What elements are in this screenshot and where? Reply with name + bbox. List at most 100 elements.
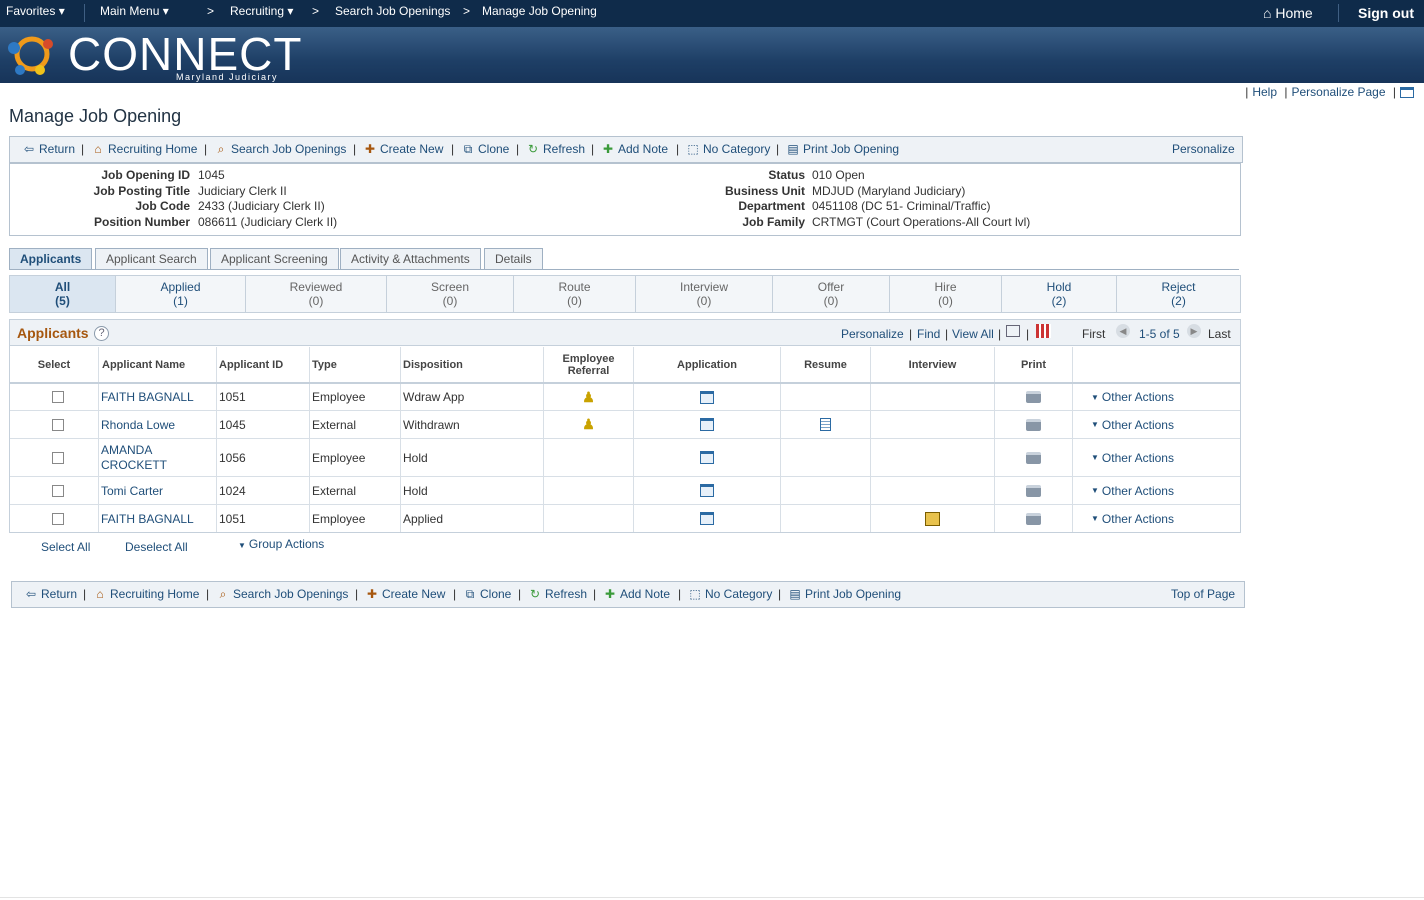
deselect-all-link[interactable]: Deselect All xyxy=(125,540,188,554)
printer-icon[interactable] xyxy=(1026,391,1041,403)
print-job-opening-button[interactable]: ▤ Print Job Opening xyxy=(788,587,901,601)
other-actions-menu[interactable]: ▼ Other Actions xyxy=(1073,505,1240,532)
select-all-link[interactable]: Select All xyxy=(41,540,90,554)
printer-icon[interactable] xyxy=(1026,512,1041,525)
application-icon[interactable] xyxy=(700,390,714,404)
row-select-checkbox[interactable] xyxy=(52,512,64,525)
other-actions-menu[interactable]: ▼ Other Actions xyxy=(1073,477,1240,504)
grid-title: Applicants xyxy=(17,325,89,341)
application-icon[interactable] xyxy=(700,484,714,497)
column-header-applicant-id[interactable]: Applicant ID xyxy=(217,347,310,382)
dropdown-arrow-icon: ▼ xyxy=(238,541,246,550)
interview-schedule-icon[interactable] xyxy=(925,511,940,526)
application-icon[interactable] xyxy=(700,512,714,525)
printer-icon[interactable] xyxy=(1026,418,1041,431)
other-actions-menu[interactable]: ▼ Other Actions xyxy=(1073,439,1240,476)
print-job-opening-button[interactable]: ▤ Print Job Opening xyxy=(786,142,899,156)
search-job-openings-button[interactable]: ⌕ Search Job Openings xyxy=(216,587,349,601)
group-actions-menu[interactable]: ▼ Group Actions xyxy=(238,537,324,551)
applicant-name-link[interactable]: FAITH BAGNALL xyxy=(99,384,217,410)
top-of-page-link[interactable]: Top of Page xyxy=(1171,587,1235,601)
row-select-checkbox[interactable] xyxy=(52,418,64,431)
refresh-icon: ↻ xyxy=(527,142,539,156)
filter-reject[interactable]: Reject (2) xyxy=(1117,276,1240,312)
recruiting-home-button[interactable]: ⌂ Recruiting Home xyxy=(93,587,199,601)
grid-personalize-link[interactable]: Personalize xyxy=(841,327,904,341)
home-link[interactable]: ⌂ Home xyxy=(1263,5,1313,21)
search-job-openings-button[interactable]: ⌕ Search Job Openings xyxy=(214,142,347,156)
applicant-id: 1051 xyxy=(217,505,310,532)
no-category-button[interactable]: ⬚ No Category xyxy=(688,587,772,601)
tab-activity-attachments[interactable]: Activity & Attachments xyxy=(340,248,481,269)
breadcrumb-search-job-openings[interactable]: Search Job Openings xyxy=(335,4,450,18)
applicant-type: Employee xyxy=(310,384,401,410)
column-header-interview: Interview xyxy=(871,347,995,382)
chevron-down-icon: ▾ xyxy=(162,4,169,18)
add-note-button[interactable]: ✚ Add Note xyxy=(603,587,670,601)
main-menu[interactable]: Main Menu ▾ xyxy=(100,4,169,18)
return-button[interactable]: ⇦ Return xyxy=(22,142,75,156)
printer-icon[interactable] xyxy=(1026,451,1041,464)
job-opening-info-panel: Job Opening ID 1045 Job Posting Title Ju… xyxy=(9,163,1241,236)
column-header-application: Application xyxy=(634,347,781,382)
application-icon[interactable] xyxy=(700,451,714,464)
next-page-icon[interactable]: ▶ xyxy=(1187,324,1201,338)
refresh-button[interactable]: ↻ Refresh xyxy=(526,142,585,156)
add-note-button[interactable]: ✚ Add Note xyxy=(601,142,668,156)
personalize-page-link[interactable]: Personalize Page xyxy=(1291,85,1385,99)
column-header-type[interactable]: Type xyxy=(310,347,401,382)
other-actions-menu[interactable]: ▼ Other Actions xyxy=(1073,411,1240,438)
grid-header: Applicants ? Personalize | Find | View A… xyxy=(10,320,1240,346)
breadcrumb-manage-job-opening[interactable]: Manage Job Opening xyxy=(482,4,597,18)
column-header-disposition[interactable]: Disposition xyxy=(401,347,544,382)
new-window-icon[interactable] xyxy=(1006,325,1020,337)
applicant-name-link[interactable]: AMANDA CROCKETT xyxy=(99,439,217,476)
column-header-applicant-name[interactable]: Applicant Name xyxy=(99,347,217,382)
employee-referral-icon[interactable]: ♟ xyxy=(582,416,595,433)
printer-icon[interactable] xyxy=(1026,484,1041,497)
create-new-button[interactable]: ✚ Create New xyxy=(363,142,443,156)
refresh-button[interactable]: ↻ Refresh xyxy=(528,587,587,601)
grid-find-link[interactable]: Find xyxy=(917,327,940,341)
no-category-button[interactable]: ⬚ No Category xyxy=(686,142,770,156)
clone-button[interactable]: ⧉ Clone xyxy=(461,142,510,156)
filter-all[interactable]: All (5) xyxy=(10,276,116,312)
status-filter-strip: All (5) Applied (1) Reviewed (0) Screen (0) … xyxy=(9,275,1241,313)
favorites-menu[interactable]: Favorites ▾ xyxy=(6,4,65,18)
breadcrumb-recruiting[interactable]: Recruiting ▾ xyxy=(230,4,293,18)
help-icon[interactable]: ? xyxy=(94,326,109,341)
banner: CONNECT Maryland Judiciary xyxy=(0,27,1424,83)
resume-icon[interactable] xyxy=(820,418,831,431)
connect-logo-icon xyxy=(8,36,53,75)
help-link[interactable]: Help xyxy=(1252,85,1277,99)
filter-hold[interactable]: Hold (2) xyxy=(1002,276,1117,312)
sign-out-link[interactable]: Sign out xyxy=(1358,5,1414,21)
row-select-checkbox[interactable] xyxy=(52,484,64,497)
clone-button[interactable]: ⧉ Clone xyxy=(463,587,512,601)
tab-applicant-search[interactable]: Applicant Search xyxy=(95,248,208,269)
job-code-label: Job Code xyxy=(135,199,190,213)
download-grid-icon[interactable] xyxy=(1036,324,1051,338)
layout-icon[interactable] xyxy=(1400,87,1414,99)
grid-view-all-link[interactable]: View All xyxy=(952,327,994,341)
return-button[interactable]: ⇦ Return xyxy=(24,587,77,601)
tab-applicant-screening[interactable]: Applicant Screening xyxy=(210,248,339,269)
create-new-button[interactable]: ✚ Create New xyxy=(365,587,445,601)
personalize-link[interactable]: Personalize xyxy=(1172,142,1235,156)
row-select-checkbox[interactable] xyxy=(52,391,64,403)
employee-referral-icon[interactable]: ♟ xyxy=(582,389,595,406)
row-select-checkbox[interactable] xyxy=(52,451,64,464)
recruiting-home-button[interactable]: ⌂ Recruiting Home xyxy=(91,142,197,156)
applicant-name-link[interactable]: Rhonda Lowe xyxy=(99,411,217,438)
application-icon[interactable] xyxy=(700,418,714,431)
filter-screen: Screen (0) xyxy=(387,276,514,312)
filter-applied[interactable]: Applied (1) xyxy=(116,276,246,312)
tab-details[interactable]: Details xyxy=(484,248,543,269)
applicant-name-link[interactable]: FAITH BAGNALL xyxy=(99,505,217,532)
top-toolbar: ⇦ Return | ⌂ Recruiting Home | ⌕ Search Job… xyxy=(9,136,1243,163)
tab-applicants[interactable]: Applicants xyxy=(9,248,93,269)
other-actions-menu[interactable]: ▼ Other Actions xyxy=(1073,384,1240,410)
status-value: 010 Open xyxy=(812,168,865,182)
applicant-name-link[interactable]: Tomi Carter xyxy=(99,477,217,504)
previous-page-icon[interactable]: ◀ xyxy=(1116,324,1130,338)
